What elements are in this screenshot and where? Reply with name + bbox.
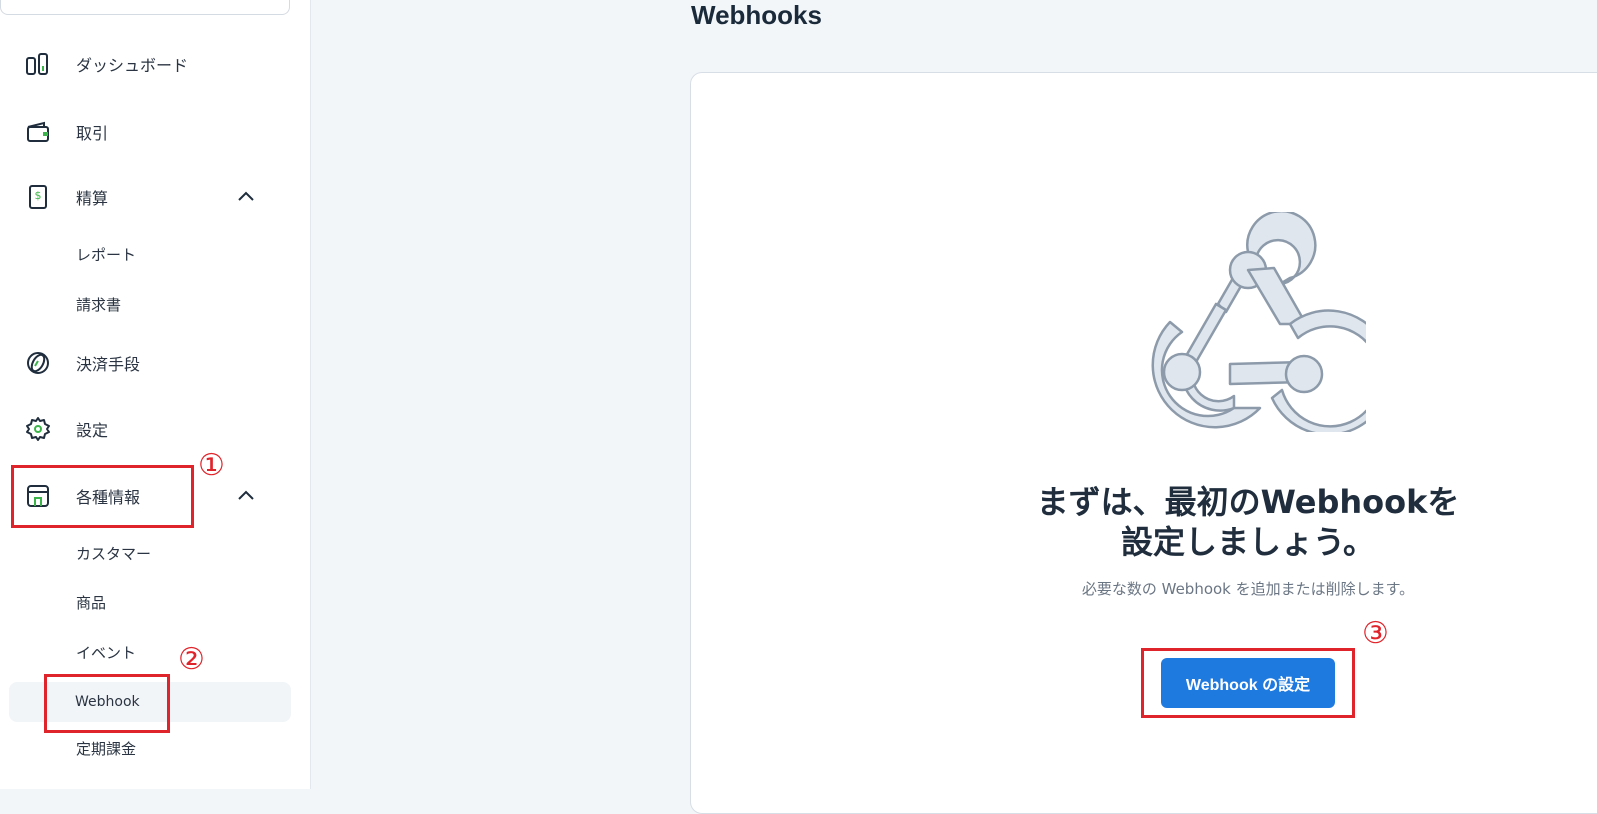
- annotation-box-3: [1141, 648, 1355, 718]
- sidebar-item-label: ダッシュボード: [76, 56, 189, 75]
- sidebar-item-label: 決済手段: [76, 355, 141, 374]
- chevron-up-icon[interactable]: [236, 486, 256, 506]
- sidebar-item-transactions[interactable]: 取引: [0, 112, 300, 152]
- card-icon: [24, 349, 52, 377]
- sidebar-item-invoices[interactable]: 請求書: [0, 286, 300, 322]
- empty-state-subtitle: 必要な数の Webhook を追加または削除します。: [1081, 580, 1415, 598]
- sidebar-item-label: イベント: [76, 643, 137, 662]
- sidebar-item-label: 取引: [76, 124, 109, 143]
- annotation-box-1: [11, 465, 194, 528]
- sidebar-item-label: 定期課金: [76, 739, 137, 758]
- dollar-document-icon: $: [24, 183, 52, 211]
- annotation-box-2: [44, 674, 170, 733]
- webhook-icon: [1151, 212, 1366, 432]
- page-title: Webhooks: [691, 0, 822, 30]
- annotation-number-3: ③: [1362, 616, 1389, 651]
- sidebar-item-label: 商品: [76, 593, 107, 612]
- sidebar-item-label: レポート: [76, 245, 137, 264]
- sidebar-item-products[interactable]: 商品: [0, 584, 300, 620]
- annotation-number-1: ①: [198, 448, 225, 483]
- empty-state-title-line2: 設定しましょう。: [1120, 523, 1376, 561]
- sidebar: ダッシュボード 取引 $ 精算 レポート 請求書 決済手段 設定 各種情報 カス…: [0, 0, 311, 789]
- gear-icon: [24, 415, 52, 443]
- sidebar-item-settlement[interactable]: $ 精算: [0, 177, 300, 217]
- dashboard-icon: [24, 50, 52, 78]
- sidebar-item-subscriptions[interactable]: 定期課金: [0, 730, 300, 766]
- annotation-number-2: ②: [178, 642, 205, 677]
- svg-text:$: $: [35, 189, 42, 202]
- wallet-icon: [24, 118, 52, 146]
- empty-state-title-line1: まずは、最初のWebhookを: [1036, 483, 1460, 521]
- sidebar-item-events[interactable]: イベント: [0, 634, 300, 670]
- sidebar-item-payment-methods[interactable]: 決済手段: [0, 343, 300, 383]
- sidebar-item-label: 精算: [76, 189, 109, 208]
- sidebar-item-customers[interactable]: カスタマー: [0, 535, 300, 571]
- sidebar-item-reports[interactable]: レポート: [0, 236, 300, 272]
- sidebar-item-label: 請求書: [76, 295, 122, 314]
- sidebar-item-dashboard[interactable]: ダッシュボード: [0, 44, 300, 84]
- search-input[interactable]: [0, 0, 290, 15]
- sidebar-item-settings[interactable]: 設定: [0, 409, 300, 449]
- sidebar-item-label: カスタマー: [76, 544, 152, 563]
- chevron-up-icon[interactable]: [236, 187, 256, 207]
- empty-state-title: まずは、最初のWebhookを 設定しましょう。: [1000, 482, 1496, 562]
- sidebar-item-label: 設定: [76, 421, 109, 440]
